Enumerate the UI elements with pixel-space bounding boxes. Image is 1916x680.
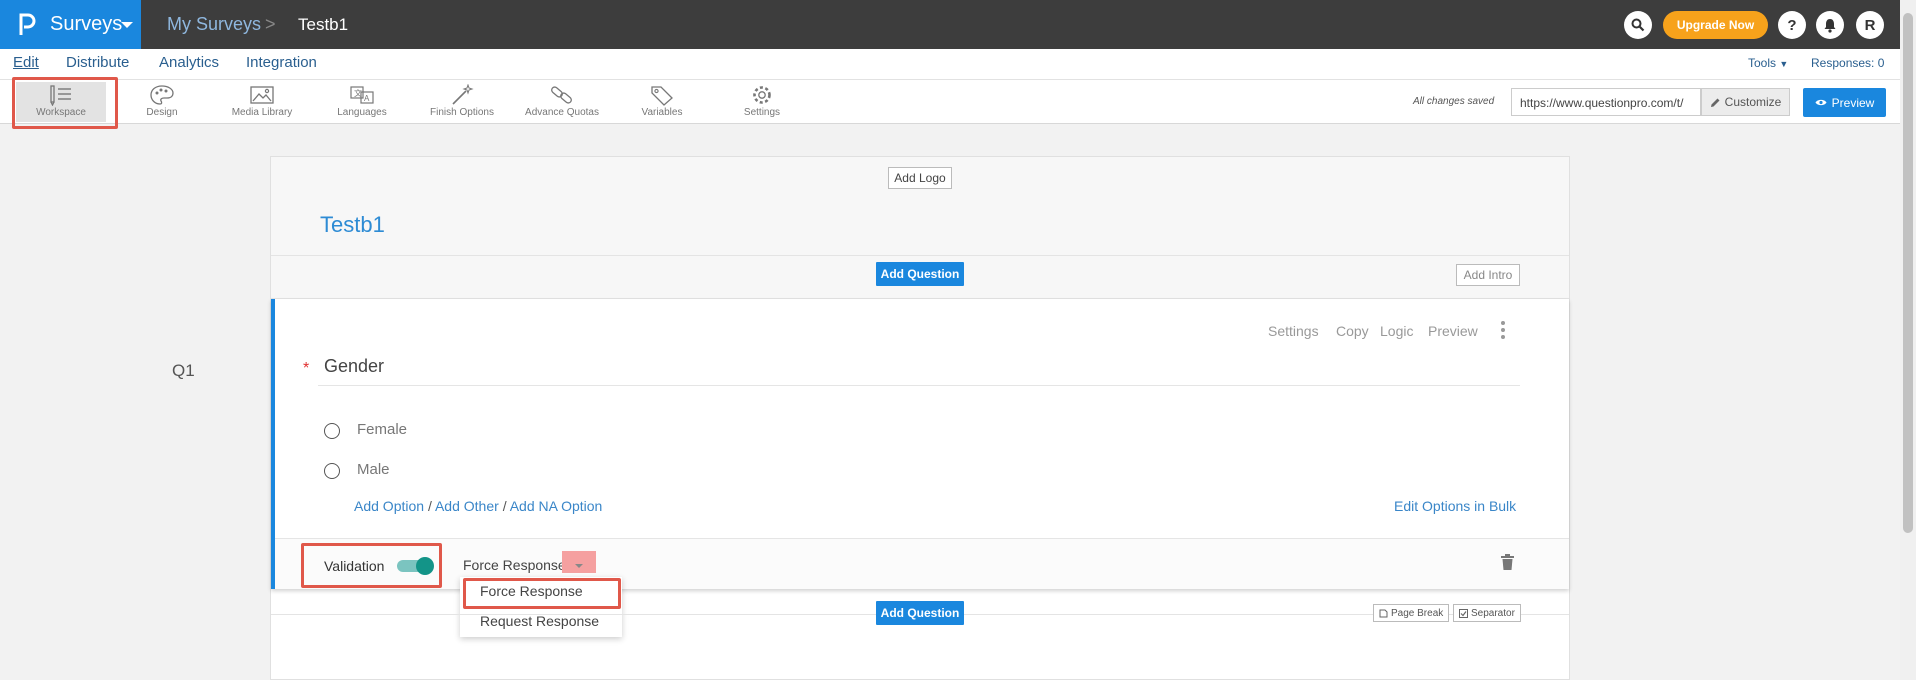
link-icon	[551, 86, 572, 104]
edit-options-in-bulk-link[interactable]: Edit Options in Bulk	[1394, 498, 1516, 514]
question-preview-link[interactable]: Preview	[1428, 323, 1478, 339]
customize-url-button[interactable]: Customize	[1701, 88, 1790, 116]
add-question-button-bottom[interactable]: Add Question	[876, 601, 964, 625]
tool-label: Variables	[641, 107, 683, 118]
nav-edit[interactable]: Edit	[13, 54, 39, 71]
breadcrumb-current-survey: Testb1	[298, 15, 349, 34]
chevron-down-icon: ▼	[1779, 59, 1789, 69]
survey-title[interactable]: Testb1	[320, 212, 385, 238]
tool-finish-options[interactable]: Finish Options	[417, 82, 507, 122]
add-logo-button[interactable]: Add Logo	[888, 167, 952, 189]
option-label-female[interactable]: Female	[357, 421, 407, 438]
questionpro-logo-icon	[19, 13, 36, 35]
eye-icon	[1815, 99, 1827, 106]
tools-menu[interactable]: Tools ▼	[1748, 56, 1788, 70]
gear-icon	[753, 86, 771, 104]
tool-media-library[interactable]: Media Library	[217, 82, 307, 122]
brand-name: Surveys	[50, 13, 123, 35]
highlight-validation	[301, 543, 442, 588]
responses-count[interactable]: Responses: 0	[1811, 56, 1884, 70]
image-icon	[250, 86, 274, 104]
pencil-icon	[1710, 98, 1720, 107]
menu-item-request-response[interactable]: Request Response	[480, 613, 599, 629]
question-text[interactable]: Gender	[324, 356, 384, 377]
save-status: All changes saved	[1413, 96, 1495, 107]
add-option-link[interactable]: Add Option	[354, 498, 424, 514]
upgrade-now-button[interactable]: Upgrade Now	[1663, 11, 1768, 39]
separator-label: Separator	[1471, 607, 1515, 619]
bell-icon	[1824, 18, 1836, 33]
question-settings-link[interactable]: Settings	[1268, 323, 1319, 339]
question-copy-link[interactable]: Copy	[1336, 323, 1369, 339]
help-button[interactable]: ?	[1778, 11, 1806, 39]
tag-icon	[651, 86, 673, 106]
tool-label: Finish Options	[430, 107, 494, 118]
breadcrumb-my-surveys[interactable]: My Surveys	[167, 14, 261, 35]
tool-label: Advance Quotas	[525, 107, 599, 118]
preview-label: Preview	[1831, 95, 1875, 110]
svg-text:A: A	[364, 94, 370, 103]
checkbox-icon	[1459, 608, 1468, 618]
link-separator: /	[502, 498, 507, 514]
tool-label: Media Library	[231, 107, 293, 118]
question-logic-link[interactable]: Logic	[1380, 323, 1413, 339]
page-break-button[interactable]: Page Break	[1373, 604, 1450, 622]
required-marker: *	[303, 360, 310, 377]
tools-label: Tools	[1748, 56, 1777, 70]
chevron-down-icon	[121, 22, 133, 28]
nav-analytics[interactable]: Analytics	[159, 54, 219, 71]
radio-option-female[interactable]	[324, 423, 340, 439]
tool-advance-quotas[interactable]: Advance Quotas	[517, 82, 607, 122]
add-na-option-link[interactable]: Add NA Option	[510, 498, 603, 514]
question-number: Q1	[172, 361, 195, 380]
highlight-force-response	[463, 578, 621, 609]
validation-dropdown-toggle[interactable]	[562, 551, 596, 573]
preview-button[interactable]: Preview	[1803, 88, 1886, 117]
tool-label: Settings	[743, 107, 781, 118]
translate-icon: 文A	[350, 86, 374, 104]
tool-languages[interactable]: 文A Languages	[317, 82, 407, 122]
nav-distribute[interactable]: Distribute	[66, 54, 129, 71]
customize-label: Customize	[1724, 95, 1782, 109]
add-option-links: Add Option / Add Other / Add NA Option	[354, 498, 602, 514]
tool-settings[interactable]: Settings	[717, 82, 807, 122]
tool-variables[interactable]: Variables	[617, 82, 707, 122]
scrollbar-thumb[interactable]	[1903, 13, 1913, 533]
search-button[interactable]	[1624, 11, 1652, 39]
palette-icon	[150, 85, 174, 105]
trash-icon[interactable]	[1501, 554, 1514, 570]
link-separator: /	[427, 498, 432, 514]
separator-button[interactable]: Separator	[1453, 604, 1521, 622]
tool-label: Design	[146, 107, 178, 118]
add-other-link[interactable]: Add Other	[435, 498, 499, 514]
tool-design[interactable]: Design	[117, 82, 207, 122]
svg-text:文: 文	[354, 88, 362, 98]
tool-label: Languages	[337, 107, 387, 118]
radio-option-male[interactable]	[324, 463, 340, 479]
search-icon	[1631, 18, 1645, 32]
more-options-icon[interactable]	[1501, 321, 1505, 339]
page-break-icon	[1379, 609, 1388, 617]
survey-url-field[interactable]: https://www.questionpro.com/t/	[1511, 88, 1701, 116]
surveys-menu-button[interactable]: Surveys	[0, 0, 141, 49]
option-label-male[interactable]: Male	[357, 461, 390, 478]
nav-integration[interactable]: Integration	[246, 54, 317, 71]
page-break-label: Page Break	[1391, 607, 1444, 619]
validation-select-value[interactable]: Force Response	[463, 557, 566, 573]
highlight-workspace	[12, 77, 118, 129]
caret-down-icon	[575, 564, 583, 568]
breadcrumb-separator: >	[265, 14, 276, 34]
question-divider	[318, 385, 1520, 386]
user-avatar[interactable]: R	[1856, 11, 1884, 39]
notifications-button[interactable]	[1816, 11, 1844, 39]
add-question-button-top[interactable]: Add Question	[876, 262, 964, 286]
magic-wand-icon	[452, 84, 474, 105]
add-intro-button[interactable]: Add Intro	[1456, 264, 1520, 286]
